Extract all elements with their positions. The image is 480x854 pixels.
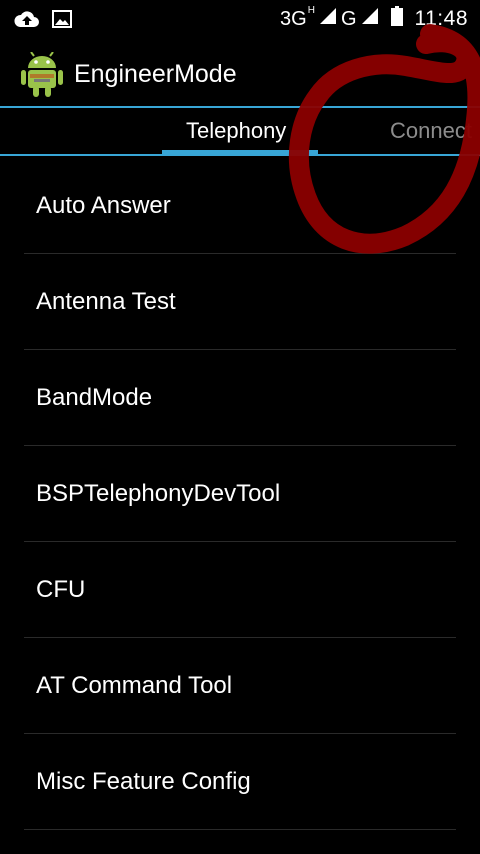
- cloud-upload-icon: [14, 9, 40, 34]
- list-item-label: Misc Feature Config: [36, 767, 251, 795]
- network-type2-label: G: [340, 7, 357, 30]
- list-item-misc-feature-config[interactable]: Misc Feature Config: [24, 734, 456, 830]
- list-item-label: Auto Answer: [36, 191, 171, 219]
- signal-icon-2: [361, 7, 379, 31]
- list-item-label: BSPTelephonyDevTool: [36, 479, 281, 507]
- list-item-auto-answer[interactable]: Auto Answer: [24, 158, 456, 254]
- app-title: EngineerMode: [74, 60, 237, 88]
- status-bar: 3GH G 11:48: [0, 0, 480, 38]
- list-item-label: BandMode: [36, 383, 153, 411]
- list-item-at-command-tool[interactable]: AT Command Tool: [24, 638, 456, 734]
- tab-bar: Telephony Connect: [0, 106, 480, 156]
- image-icon: [52, 10, 72, 33]
- list-item-label: CFU: [36, 575, 86, 603]
- clock: 11:48: [414, 7, 468, 30]
- tab-telephony[interactable]: Telephony: [186, 118, 286, 144]
- telephony-list: Auto Answer Antenna Test BandMode BSPTel…: [0, 158, 480, 830]
- list-item-bsp-telephony-devtool[interactable]: BSPTelephonyDevTool: [24, 446, 456, 542]
- list-item-antenna-test[interactable]: Antenna Test: [24, 254, 456, 350]
- android-app-icon[interactable]: [20, 51, 64, 98]
- signal-icon: [319, 7, 337, 31]
- list-item-cfu[interactable]: CFU: [24, 542, 456, 638]
- network-type-label: 3GH: [280, 4, 315, 30]
- battery-icon: [390, 6, 403, 32]
- list-item-label: AT Command Tool: [36, 671, 233, 699]
- action-bar: EngineerMode: [0, 38, 480, 106]
- tab-selected-indicator: [162, 150, 318, 154]
- list-item-label: Antenna Test: [36, 287, 176, 315]
- list-item-bandmode[interactable]: BandMode: [24, 350, 456, 446]
- tab-connectivity[interactable]: Connect: [390, 118, 472, 144]
